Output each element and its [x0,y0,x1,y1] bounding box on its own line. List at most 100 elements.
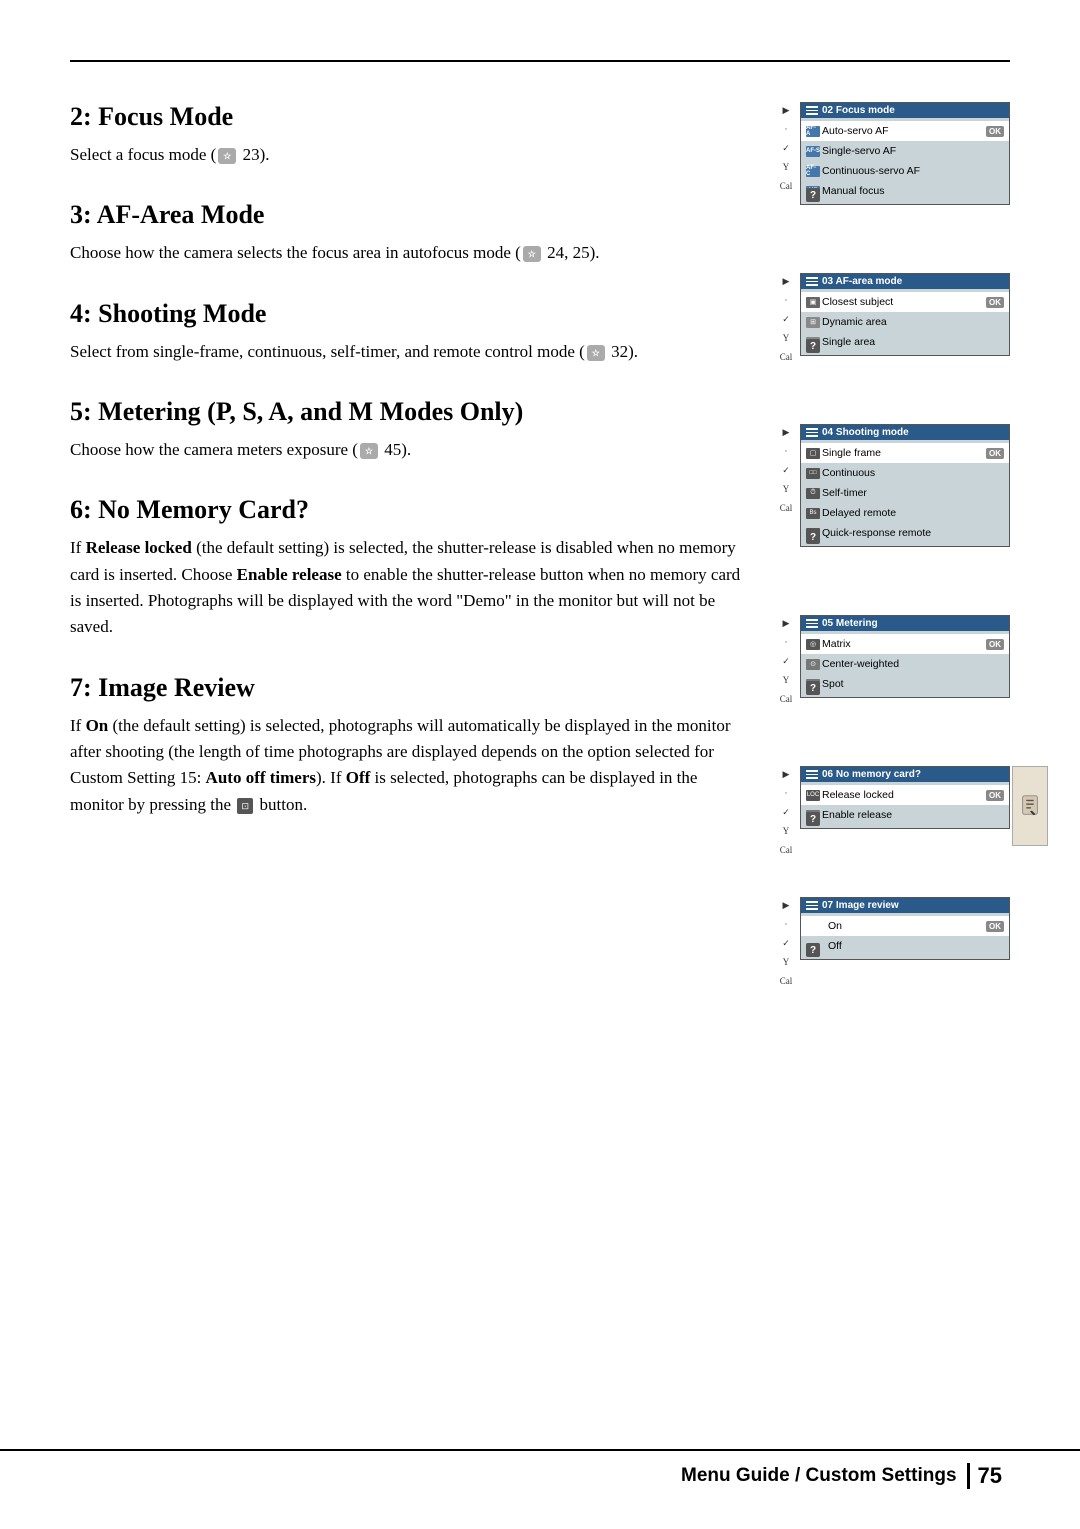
side-icon-arrow: ▶ [778,766,794,782]
lcd-screen-3: 04 Shooting mode ▢ Single frame OK □□ Co… [800,424,1010,547]
lcd-1-title-bar: 02 Focus mode [801,103,1009,118]
lcd-screen-1: 02 Focus mode AF-A Auto-servo AF OK AF-S… [800,102,1010,205]
lcd-row: OK Enable release [801,805,1009,825]
side-icon-cal: Cal [778,500,794,516]
top-border-line [70,60,1010,62]
side-icon-dot: · [778,121,794,137]
side-icon-y: Y [778,330,794,346]
row-text: Continuous-servo AF [822,165,1004,177]
lcd-row: On OK [801,916,1009,936]
row-text: Closest subject [822,296,983,308]
lcd-screen-6: 07 Image review On OK Off ? [800,897,1010,960]
right-column: ▶ · ✓ Y Cal 02 Focus mode AF-A Auto-serv… [780,102,1010,998]
row-text: Matrix [822,638,983,650]
row-text: Off [806,940,1004,952]
bold-release-locked: Release locked [86,538,192,557]
monitor-button-icon: ⊡ [237,798,253,814]
row-text: Single frame [822,447,983,459]
lcd-3-title: 04 Shooting mode [822,427,909,438]
section-2-body: Select a focus mode (☆ 23). [70,142,750,168]
row-icon: LOC [806,790,820,801]
lcd-2-body: ▣ Closest subject OK ⊞ Dynamic area ⊡ Si… [801,289,1009,355]
ok-badge: OK [986,639,1004,650]
side-icon-y: Y [778,672,794,688]
side-icon-y: Y [778,954,794,970]
lcd-focus-mode: ▶ · ✓ Y Cal 02 Focus mode AF-A Auto-serv… [800,102,1010,225]
lcd-shooting-mode: ▶ · ✓ Y Cal 04 Shooting mode ▢ Single fr… [800,424,1010,567]
lcd-row: ▢ Single frame OK [801,443,1009,463]
side-icon-arrow: ▶ [778,424,794,440]
side-icon-cal: Cal [778,349,794,365]
side-icon-arrow: ▶ [778,273,794,289]
ok-badge: OK [986,921,1004,932]
row-icon: ▣ [806,297,820,308]
lcd-row: □□ Continuous [801,463,1009,483]
side-icon-cal: Cal [778,842,794,858]
lcd-row: AF-C Continuous-servo AF [801,161,1009,181]
lcd-question-mark-2: ? [806,339,820,353]
lcd-1-side-icons: ▶ · ✓ Y Cal [778,102,794,194]
menu-icon-1 [806,106,818,116]
section-af-area-mode: 3: AF-Area Mode Choose how the camera se… [70,200,750,266]
lcd-question-mark-3: ? [806,530,820,544]
section-5-body: Choose how the camera meters exposure (☆… [70,437,750,463]
row-text: Manual focus [822,185,1004,197]
bold-enable-release: Enable release [237,565,342,584]
lcd-row: Bs Delayed remote [801,503,1009,523]
row-icon: ⏱ [806,488,820,499]
row-icon: AF-C [806,166,820,177]
side-icon-check: ✓ [778,462,794,478]
row-icon: AF-A [806,126,820,137]
section-image-review: 7: Image Review If On (the default setti… [70,673,750,818]
section-metering: 5: Metering (P, S, A, and M Modes Only) … [70,397,750,463]
lcd-row: LOC Release locked OK [801,785,1009,805]
side-icon-dot: · [778,292,794,308]
ref-icon: ☆ [218,148,236,164]
lcd-3-title-bar: 04 Shooting mode [801,425,1009,440]
lcd-row: ⊙ Center-weighted [801,654,1009,674]
lcd-screen-2: 03 AF-area mode ▣ Closest subject OK ⊞ D… [800,273,1010,356]
lcd-question-mark-4: ? [806,681,820,695]
sections-layout: 2: Focus Mode Select a focus mode (☆ 23)… [70,102,1010,998]
bold-off: Off [346,768,371,787]
row-text: Spot [822,678,1004,690]
section-3-body: Choose how the camera selects the focus … [70,240,750,266]
lcd-question-mark: ? [806,188,820,202]
footer-page-number: 75 [967,1463,1010,1489]
side-icon-arrow: ▶ [778,102,794,118]
lcd-5-side-icons: ▶ · ✓ Y Cal [778,766,794,858]
lcd-row: AF-S Single-servo AF [801,141,1009,161]
lcd-no-memory-card: ▶ · ✓ Y Cal 06 No memory card? LOC Relea… [800,766,1010,849]
lcd-af-area-mode: ▶ · ✓ Y Cal 03 AF-area mode ▣ Closest su… [800,273,1010,376]
lcd-6-body: On OK Off [801,913,1009,959]
row-icon: ▢ [806,448,820,459]
row-text: Enable release [822,809,1004,821]
row-text: Release locked [822,789,983,801]
lcd-row: ⊞ Dynamic area [801,312,1009,332]
section-no-memory-card: 6: No Memory Card? If Release locked (th… [70,495,750,640]
left-column: 2: Focus Mode Select a focus mode (☆ 23)… [70,102,780,998]
section-6-heading: 6: No Memory Card? [70,495,750,525]
bold-on: On [86,716,109,735]
lcd-2-title: 03 AF-area mode [822,276,902,287]
lcd-question-mark-5: ? [806,812,820,826]
page-container: 2: Focus Mode Select a focus mode (☆ 23)… [0,0,1080,1529]
bold-auto-off-timers: Auto off timers [206,768,316,787]
right-tab-icon [1012,766,1048,846]
row-text: Quick-response remote [822,527,1004,539]
side-icon-check: ✓ [778,804,794,820]
section-shooting-mode: 4: Shooting Mode Select from single-fram… [70,299,750,365]
section-2-heading: 2: Focus Mode [70,102,750,132]
row-text: Continuous [822,467,1004,479]
row-icon: Bs [806,508,820,519]
lcd-6-title-bar: 07 Image review [801,898,1009,913]
row-text: Self-timer [822,487,1004,499]
side-icon-arrow: ▶ [778,615,794,631]
side-icon-y: Y [778,159,794,175]
lcd-5-title-bar: 06 No memory card? [801,767,1009,782]
ref-icon-3: ☆ [587,345,605,361]
row-icon: ⊞ [806,317,820,328]
ok-badge: OK [986,790,1004,801]
ok-badge: OK [986,126,1004,137]
lcd-2-title-bar: 03 AF-area mode [801,274,1009,289]
